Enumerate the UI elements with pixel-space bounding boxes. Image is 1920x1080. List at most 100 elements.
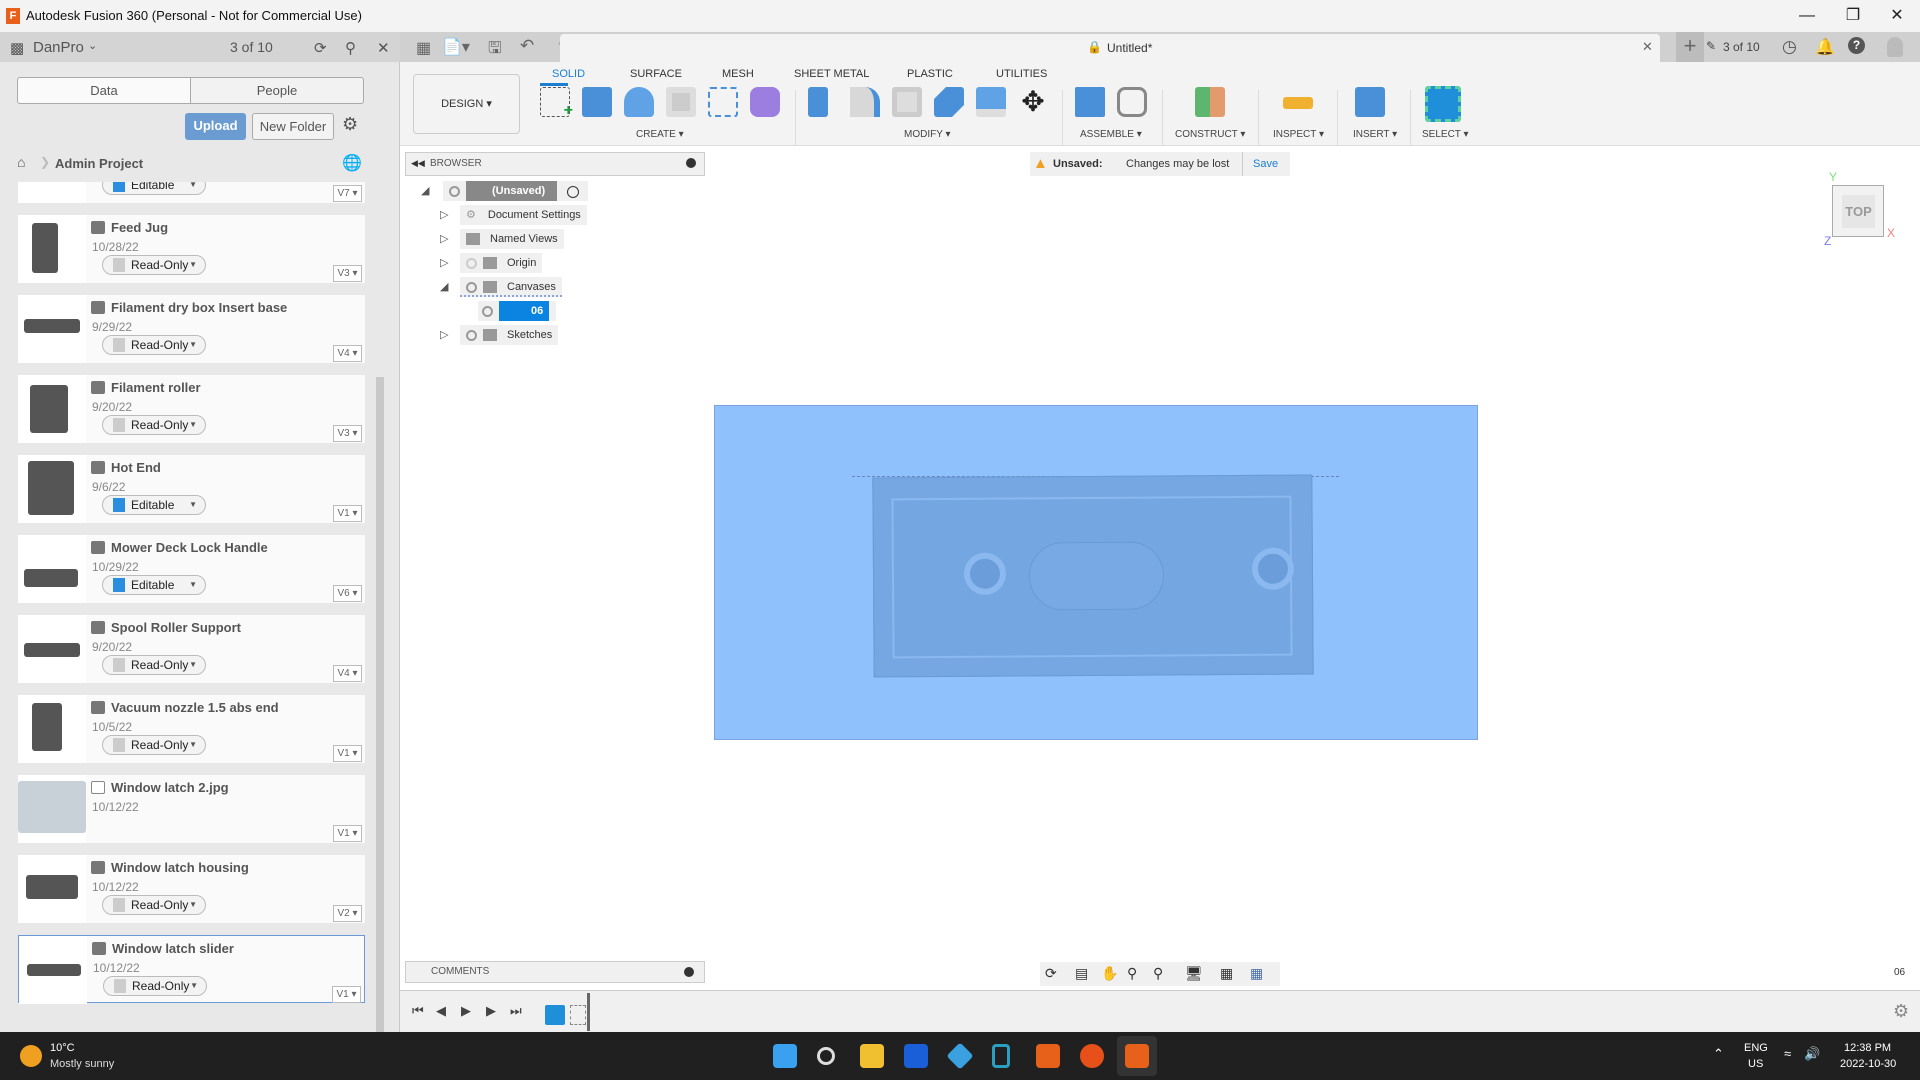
view-cube[interactable]: TOP bbox=[1832, 185, 1884, 237]
offset-plane-icon[interactable] bbox=[1195, 87, 1225, 117]
file-name[interactable]: Feed Jug bbox=[111, 220, 168, 235]
minimize-button[interactable]: — bbox=[1784, 0, 1830, 32]
orbit-icon[interactable]: ⟳ bbox=[1045, 965, 1057, 982]
access-status-dropdown[interactable]: Editable▼ bbox=[102, 575, 206, 595]
joint-icon[interactable] bbox=[1117, 87, 1147, 117]
file-name[interactable]: Window latch housing bbox=[111, 860, 249, 875]
version-dropdown[interactable]: V4 ▾ bbox=[333, 345, 362, 362]
browser-node-document-settings[interactable]: ⚙Document Settings bbox=[460, 205, 587, 225]
version-dropdown[interactable]: V1 ▾ bbox=[333, 825, 362, 842]
viewports-icon[interactable]: ▦ bbox=[1250, 965, 1263, 982]
file-menu-icon[interactable]: 📄▾ bbox=[442, 37, 470, 57]
pin-icon[interactable] bbox=[686, 158, 696, 168]
tab-people[interactable]: People bbox=[190, 77, 364, 104]
file-thumbnail[interactable] bbox=[18, 615, 86, 683]
language-code[interactable]: ENG bbox=[1744, 1042, 1768, 1054]
look-at-icon[interactable]: ▤ bbox=[1075, 965, 1088, 982]
extrude-icon[interactable] bbox=[582, 87, 612, 117]
tray-expand-icon[interactable]: ⌃ bbox=[1713, 1046, 1724, 1062]
shell-icon[interactable] bbox=[892, 87, 922, 117]
tab-mesh[interactable]: MESH bbox=[722, 68, 754, 80]
file-thumbnail[interactable] bbox=[18, 375, 86, 443]
browser-node-canvases[interactable]: Canvases bbox=[460, 277, 562, 297]
eye-icon[interactable] bbox=[482, 306, 493, 317]
eye-hidden-icon[interactable] bbox=[466, 258, 477, 269]
expand-icon[interactable]: ▷ bbox=[440, 328, 448, 341]
create-form-icon[interactable] bbox=[750, 87, 780, 117]
go-to-start-icon[interactable]: ⏮ bbox=[412, 1003, 424, 1019]
assemble-menu[interactable]: ASSEMBLE ▾ bbox=[1080, 129, 1142, 140]
file-card[interactable]: Spool Roller Support9/20/22Read-Only▼V4 … bbox=[18, 615, 365, 683]
access-status-dropdown[interactable]: Read-Only▼ bbox=[102, 655, 206, 675]
version-dropdown[interactable]: V4 ▾ bbox=[333, 665, 362, 682]
cloud-app-icon[interactable] bbox=[946, 1042, 973, 1069]
search-taskbar-icon[interactable] bbox=[817, 1047, 835, 1065]
timeline-settings-gear-icon[interactable]: ⚙ bbox=[1893, 1001, 1909, 1022]
upload-button[interactable]: Upload bbox=[185, 113, 246, 140]
access-status-dropdown[interactable]: Read-Only▼ bbox=[102, 895, 206, 915]
browser-panel-header[interactable]: ◀◀ BROWSER bbox=[405, 152, 705, 176]
weather-temp[interactable]: 10°C bbox=[50, 1042, 75, 1054]
file-card[interactable]: Filament roller9/20/22Read-Only▼V3 ▾ bbox=[18, 375, 365, 443]
restore-button[interactable]: ❐ bbox=[1830, 0, 1876, 32]
notifications-bell-icon[interactable]: 🔔 bbox=[1815, 37, 1835, 57]
file-card[interactable]: Mower Deck Lock Handle10/29/22Editable▼V… bbox=[18, 535, 365, 603]
close-panel-icon[interactable]: ✕ bbox=[377, 39, 390, 57]
file-thumbnail[interactable] bbox=[18, 535, 86, 603]
clock-time[interactable]: 12:38 PM bbox=[1844, 1042, 1891, 1054]
file-name[interactable]: Filament dry box Insert base bbox=[111, 300, 287, 315]
start-icon[interactable] bbox=[773, 1044, 797, 1068]
file-name[interactable]: Window latch 2.jpg bbox=[111, 780, 229, 795]
expand-icon[interactable]: ▷ bbox=[440, 256, 448, 269]
file-thumbnail[interactable] bbox=[18, 695, 86, 763]
split-body-icon[interactable] bbox=[976, 87, 1006, 117]
access-status-dropdown[interactable]: Read-Only▼ bbox=[103, 976, 207, 996]
go-to-end-icon[interactable]: ⏭ bbox=[510, 1003, 522, 1019]
expand-icon[interactable]: ▷ bbox=[440, 232, 448, 245]
close-button[interactable]: ✕ bbox=[1874, 0, 1920, 32]
save-icon[interactable]: 🖫 bbox=[488, 37, 502, 64]
tab-plastic[interactable]: PLASTIC bbox=[907, 68, 953, 80]
new-tab-button[interactable]: + bbox=[1676, 32, 1704, 62]
file-name[interactable]: Mower Deck Lock Handle bbox=[111, 540, 268, 555]
job-status-clock-icon[interactable]: ◷ bbox=[1782, 37, 1797, 57]
modify-menu[interactable]: MODIFY ▾ bbox=[904, 129, 951, 140]
tab-data[interactable]: Data bbox=[17, 77, 191, 104]
timeline-canvas-feature[interactable] bbox=[545, 1005, 565, 1025]
version-dropdown[interactable]: V1 ▾ bbox=[332, 986, 361, 1003]
file-thumbnail[interactable] bbox=[18, 215, 86, 283]
insert-image-icon[interactable] bbox=[1355, 87, 1385, 117]
pattern-icon[interactable] bbox=[708, 87, 738, 117]
step-forward-icon[interactable]: ▶ bbox=[486, 1003, 496, 1019]
help-icon[interactable]: ? bbox=[1848, 37, 1865, 54]
app-grid-icon[interactable]: ▦ bbox=[416, 38, 431, 58]
version-dropdown[interactable]: V6 ▾ bbox=[333, 585, 362, 602]
new-component-icon[interactable] bbox=[1075, 87, 1105, 117]
tab-surface[interactable]: SURFACE bbox=[630, 68, 682, 80]
file-card[interactable]: Vacuum nozzle 1.5 abs end10/5/22Read-Onl… bbox=[18, 695, 365, 763]
file-name[interactable]: Vacuum nozzle 1.5 abs end bbox=[111, 700, 279, 715]
browser-node-canvas-06[interactable]: 06 bbox=[478, 301, 556, 321]
version-dropdown[interactable]: V1 ▾ bbox=[333, 505, 362, 522]
create-sketch-icon[interactable]: + bbox=[540, 87, 570, 117]
access-status-dropdown[interactable]: Editable▼ bbox=[102, 175, 206, 195]
file-card[interactable]: Feed Jug10/28/22Read-Only▼V3 ▾ bbox=[18, 215, 365, 283]
browser-node-sketches[interactable]: Sketches bbox=[460, 325, 558, 345]
combine-icon[interactable] bbox=[934, 87, 964, 117]
save-link[interactable]: Save bbox=[1242, 152, 1278, 176]
eye-icon[interactable] bbox=[466, 282, 477, 293]
canvas-image[interactable] bbox=[714, 405, 1478, 740]
file-card[interactable]: Window latch 2.jpg10/12/22V1 ▾ bbox=[18, 775, 365, 843]
access-status-dropdown[interactable]: Read-Only▼ bbox=[102, 255, 206, 275]
file-card[interactable]: Filament dry box Insert base9/29/22Read-… bbox=[18, 295, 365, 363]
construct-menu[interactable]: CONSTRUCT ▾ bbox=[1175, 129, 1245, 140]
insert-menu[interactable]: INSERT ▾ bbox=[1353, 129, 1397, 140]
file-name[interactable]: Filament roller bbox=[111, 380, 201, 395]
chevron-down-icon[interactable]: ⌄ bbox=[88, 39, 97, 52]
volume-icon[interactable]: 🔊 bbox=[1804, 1046, 1820, 1062]
measure-icon[interactable] bbox=[1283, 97, 1313, 109]
tab-solid[interactable]: SOLID bbox=[552, 68, 585, 80]
file-card[interactable]: Hot End9/6/22Editable▼V1 ▾ bbox=[18, 455, 365, 523]
home-icon[interactable]: ⌂ bbox=[17, 154, 25, 170]
file-thumbnail[interactable] bbox=[18, 775, 86, 843]
